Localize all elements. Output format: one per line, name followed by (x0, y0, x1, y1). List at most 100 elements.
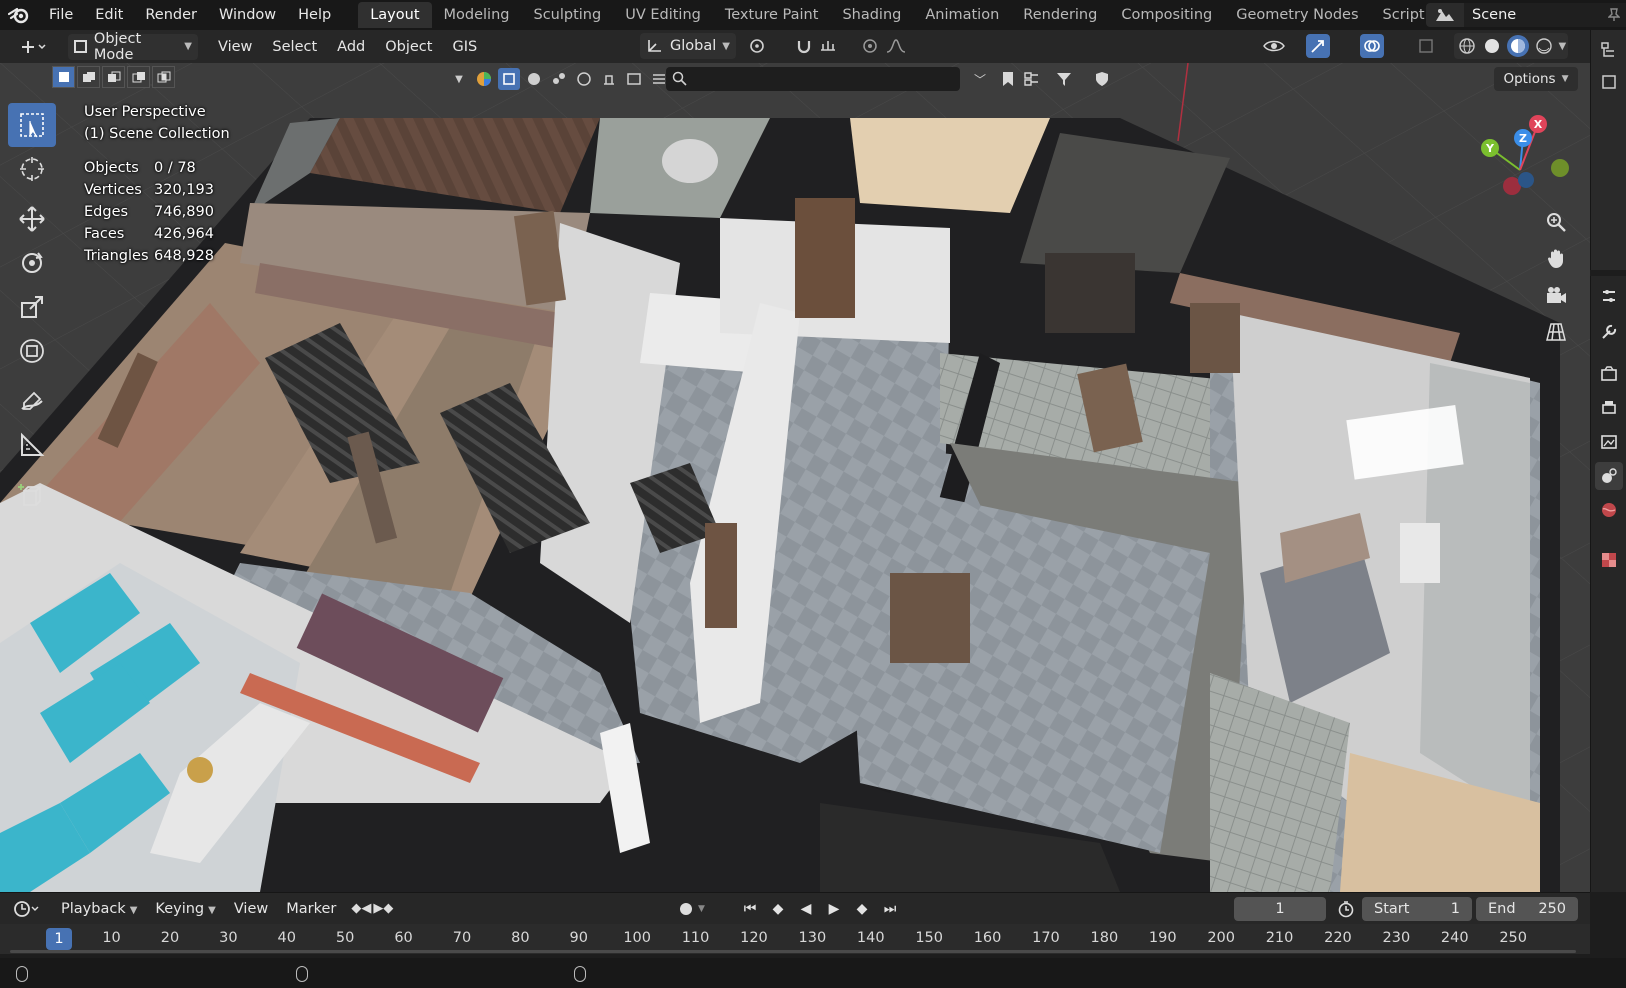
texture-properties-icon[interactable] (1595, 546, 1623, 574)
perspective-grid-icon[interactable] (1541, 317, 1571, 347)
scene-icon[interactable] (1426, 3, 1464, 27)
menu-marker[interactable]: Marker (277, 901, 345, 917)
neg-y-axis-handle[interactable] (1551, 159, 1569, 177)
play-reverse-icon[interactable]: ◀ (794, 897, 818, 921)
tab-layout[interactable]: Layout (358, 2, 432, 28)
tab-rendering[interactable]: Rendering (1011, 2, 1109, 28)
wireframe-shading-icon[interactable] (1456, 35, 1478, 57)
mesh-filter-icon[interactable] (523, 68, 545, 90)
proportional-editing-icon[interactable] (858, 34, 882, 58)
navigation-gizmo[interactable]: X Z Y (1460, 108, 1580, 218)
tab-texture-paint[interactable]: Texture Paint (713, 2, 831, 28)
zoom-icon[interactable] (1541, 207, 1571, 237)
timeline-scrollbar[interactable] (10, 950, 1576, 953)
stopwatch-icon[interactable] (1334, 897, 1358, 921)
tab-uv-editing[interactable]: UV Editing (613, 2, 713, 28)
world-properties-icon[interactable] (1595, 496, 1623, 524)
collapse-chevron-icon[interactable]: ﹀ (968, 67, 992, 91)
bookmark-icon[interactable] (996, 67, 1020, 91)
menu-timeline-view[interactable]: View (225, 901, 277, 917)
menu-keying[interactable]: Keying ▼ (146, 901, 224, 917)
transform-tool-icon[interactable] (8, 329, 56, 373)
rotate-tool-icon[interactable] (8, 241, 56, 285)
select-box-tool-icon[interactable] (8, 103, 56, 147)
end-frame-field[interactable]: End 250 (1476, 897, 1578, 921)
tab-geometry-nodes[interactable]: Geometry Nodes (1224, 2, 1370, 28)
options-dropdown[interactable]: Options ▼ (1494, 67, 1578, 91)
select-intersect-icon[interactable] (152, 66, 175, 88)
snap-magnet-icon[interactable] (792, 34, 816, 58)
snap-increment-icon[interactable] (816, 34, 840, 58)
pivot-point-icon[interactable] (746, 34, 770, 58)
next-keyframe-jump-icon[interactable]: ◆ (850, 897, 874, 921)
hierarchy-icon[interactable] (1020, 67, 1044, 91)
color-wheel-icon[interactable] (473, 68, 495, 90)
add-cube-tool-icon[interactable] (8, 473, 56, 517)
output-properties-icon[interactable] (1595, 394, 1623, 422)
select-subtract-icon[interactable] (102, 66, 125, 88)
menu-edit[interactable]: Edit (84, 0, 134, 30)
solid-shading-icon[interactable] (1481, 35, 1503, 57)
object-filter-icon[interactable] (498, 68, 520, 90)
wrench-settings-icon[interactable] (1595, 318, 1623, 346)
collection-icon[interactable] (1595, 68, 1623, 96)
menu-file[interactable]: File (38, 0, 84, 30)
chevron-down-icon[interactable]: ▼ (1558, 41, 1566, 52)
pan-hand-icon[interactable] (1541, 243, 1571, 273)
menu-gis[interactable]: GIS (442, 39, 487, 55)
measure-tool-icon[interactable] (8, 423, 56, 467)
tab-modeling[interactable]: Modeling (432, 2, 522, 28)
tool-properties-icon[interactable] (1595, 282, 1623, 310)
scene-properties-icon[interactable] (1595, 462, 1623, 490)
menu-render[interactable]: Render (134, 0, 208, 30)
jump-end-icon[interactable]: ⏭ (878, 897, 902, 921)
camera-view-icon[interactable] (1541, 281, 1571, 311)
modifier-icon[interactable] (598, 68, 620, 90)
show-gizmo-icon[interactable] (1306, 34, 1330, 58)
transform-orientation-dropdown[interactable]: Global ▼ (640, 33, 736, 59)
prev-keyframe-jump-icon[interactable]: ◆ (766, 897, 790, 921)
timeline-ruler[interactable]: 1 10 20 30 40 50 60 70 80 90 100 110 120 130 140 150 16… (0, 924, 1590, 954)
select-invert-icon[interactable] (127, 66, 150, 88)
current-frame-field[interactable]: 1 (1234, 897, 1326, 921)
tab-shading[interactable]: Shading (830, 2, 913, 28)
timeline-editor-icon[interactable] (0, 900, 52, 918)
scale-tool-icon[interactable] (8, 285, 56, 329)
scene-selector[interactable]: Scene (1426, 3, 1626, 27)
select-new-icon[interactable] (52, 66, 75, 88)
menu-window[interactable]: Window (208, 0, 287, 30)
falloff-curve-icon[interactable] (884, 34, 908, 58)
tab-sculpting[interactable]: Sculpting (521, 2, 613, 28)
visibility-eye-icon[interactable] (1262, 34, 1286, 58)
shield-icon[interactable] (1090, 67, 1114, 91)
prev-keyframe-icon[interactable]: ◆◀ (351, 901, 371, 916)
xray-toggle-icon[interactable] (1414, 34, 1438, 58)
menu-object[interactable]: Object (375, 39, 442, 55)
outliner-icon[interactable] (1595, 36, 1623, 64)
neg-z-axis-handle[interactable] (1518, 172, 1534, 188)
pin-icon[interactable] (1602, 3, 1626, 27)
menu-select[interactable]: Select (262, 39, 327, 55)
texture-icon[interactable] (623, 68, 645, 90)
filter-funnel-icon[interactable] (1052, 67, 1076, 91)
overlays-icon[interactable] (1360, 34, 1384, 58)
next-keyframe-icon[interactable]: ▶◆ (373, 901, 393, 916)
menu-view[interactable]: View (208, 39, 262, 55)
annotate-tool-icon[interactable] (8, 379, 56, 423)
object-mode-dropdown[interactable]: Object Mode ▼ (68, 31, 198, 63)
scene-name[interactable]: Scene (1464, 3, 1602, 27)
menu-playback[interactable]: Playback ▼ (52, 901, 146, 917)
editor-type-icon[interactable] (8, 34, 60, 60)
menu-add[interactable]: Add (327, 39, 375, 55)
material-preview-icon[interactable] (1507, 35, 1530, 57)
menu-help[interactable]: Help (287, 0, 342, 30)
auto-keying-toggle[interactable]: ▼ (680, 897, 720, 921)
tab-compositing[interactable]: Compositing (1109, 2, 1224, 28)
cursor-tool-icon[interactable] (8, 147, 56, 191)
particles-icon[interactable] (548, 68, 570, 90)
rendered-shading-icon[interactable] (1533, 35, 1555, 57)
playhead-frame-indicator[interactable]: 1 (46, 928, 72, 950)
viewport-search-input[interactable] (666, 67, 960, 91)
chevron-down-icon[interactable]: ▼ (448, 68, 470, 90)
3d-viewport[interactable]: ▼ ﹀ Options ▼ User Perspective (1) Scene… (0, 63, 1590, 892)
